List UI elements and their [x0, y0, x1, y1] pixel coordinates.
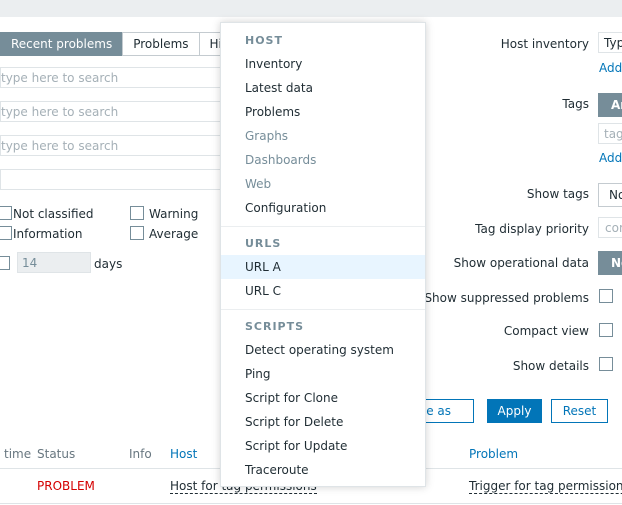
add-inventory-link[interactable]: Add — [599, 61, 622, 75]
tab-problems[interactable]: Problems — [122, 32, 200, 56]
compact-view-label: Compact view — [503, 324, 589, 338]
menu-item-url-c[interactable]: URL C — [221, 279, 425, 303]
tab-recent-problems[interactable]: Recent problems — [0, 32, 124, 56]
menu-item-graphs: Graphs — [245, 129, 289, 143]
checkbox-average[interactable] — [130, 226, 144, 240]
tag-input[interactable]: tag — [598, 123, 622, 144]
top-bar — [0, 0, 622, 17]
menu-item-script-delete[interactable]: Script for Delete — [221, 410, 425, 434]
tag-priority-input[interactable]: com — [598, 217, 622, 238]
header-host[interactable]: Host — [170, 440, 197, 468]
label-average: Average — [149, 227, 199, 241]
label-information: Information — [13, 227, 83, 241]
host-inventory-select[interactable]: Typ — [598, 32, 622, 53]
menu-item-dashboards: Dashboards — [245, 153, 317, 167]
menu-item-configuration[interactable]: Configuration — [221, 196, 425, 220]
tags-and-or-toggle[interactable]: An — [598, 93, 622, 117]
menu-header-scripts: SCRIPTS — [245, 320, 305, 333]
menu-separator-1 — [221, 226, 425, 227]
menu-item-script-update[interactable]: Script for Update — [221, 434, 425, 458]
host-inventory-label: Host inventory — [500, 37, 589, 51]
menu-item-url-a[interactable]: URL A — [221, 255, 425, 279]
label-warning: Warning — [149, 207, 199, 221]
show-details-label: Show details — [512, 359, 589, 373]
menu-header-urls: URLS — [245, 237, 282, 250]
menu-item-detect-os[interactable]: Detect operating system — [221, 338, 425, 362]
header-problem[interactable]: Problem — [469, 440, 518, 468]
label-not-classified: Not classified — [13, 207, 94, 221]
menu-item-traceroute[interactable]: Traceroute — [221, 458, 425, 482]
show-tags-option[interactable]: No — [598, 183, 622, 207]
checkbox-compact-view[interactable] — [599, 323, 613, 337]
search-input-1[interactable]: type here to search — [0, 67, 222, 88]
menu-header-host: HOST — [245, 34, 283, 47]
host-context-menu: HOST Inventory Latest data Problems Grap… — [220, 22, 426, 487]
menu-separator-2 — [221, 309, 425, 310]
checkbox-warning[interactable] — [130, 206, 144, 220]
show-tags-label: Show tags — [526, 187, 589, 201]
menu-item-ping[interactable]: Ping — [221, 362, 425, 386]
menu-item-latest-data[interactable]: Latest data — [221, 76, 425, 100]
checkbox-show-details[interactable] — [599, 357, 613, 371]
tags-label: Tags — [562, 97, 589, 111]
checkbox-not-classified[interactable] — [0, 206, 12, 220]
row-status: PROBLEM — [37, 479, 95, 493]
reset-button[interactable]: Reset — [551, 399, 608, 423]
search-input-2[interactable]: type here to search — [0, 101, 222, 122]
checkbox-information[interactable] — [0, 226, 12, 240]
apply-button[interactable]: Apply — [487, 399, 542, 423]
show-operational-label: Show operational data — [453, 256, 589, 270]
menu-item-problems[interactable]: Problems — [221, 100, 425, 124]
add-tag-link[interactable]: Add — [599, 151, 622, 165]
header-time[interactable]: time — [4, 440, 31, 468]
search-input-3[interactable]: type here to search — [0, 135, 222, 156]
header-status: Status — [37, 447, 76, 461]
row-problem-link[interactable]: Trigger for tag permissions Ce — [469, 479, 622, 494]
header-info: Info — [129, 447, 152, 461]
row-divider — [0, 503, 622, 504]
search-input-4[interactable] — [0, 169, 222, 190]
tag-priority-label: Tag display priority — [475, 222, 589, 236]
menu-item-inventory[interactable]: Inventory — [221, 52, 425, 76]
checkbox-age[interactable] — [0, 256, 10, 270]
checkbox-show-suppressed[interactable] — [599, 289, 613, 303]
age-input[interactable]: 14 — [17, 252, 91, 273]
menu-item-web: Web — [245, 177, 272, 191]
menu-item-script-clone[interactable]: Script for Clone — [221, 386, 425, 410]
age-unit-label: days — [94, 257, 123, 271]
show-operational-option[interactable]: No — [598, 251, 622, 275]
show-suppressed-label: Show suppressed problems — [424, 291, 589, 305]
